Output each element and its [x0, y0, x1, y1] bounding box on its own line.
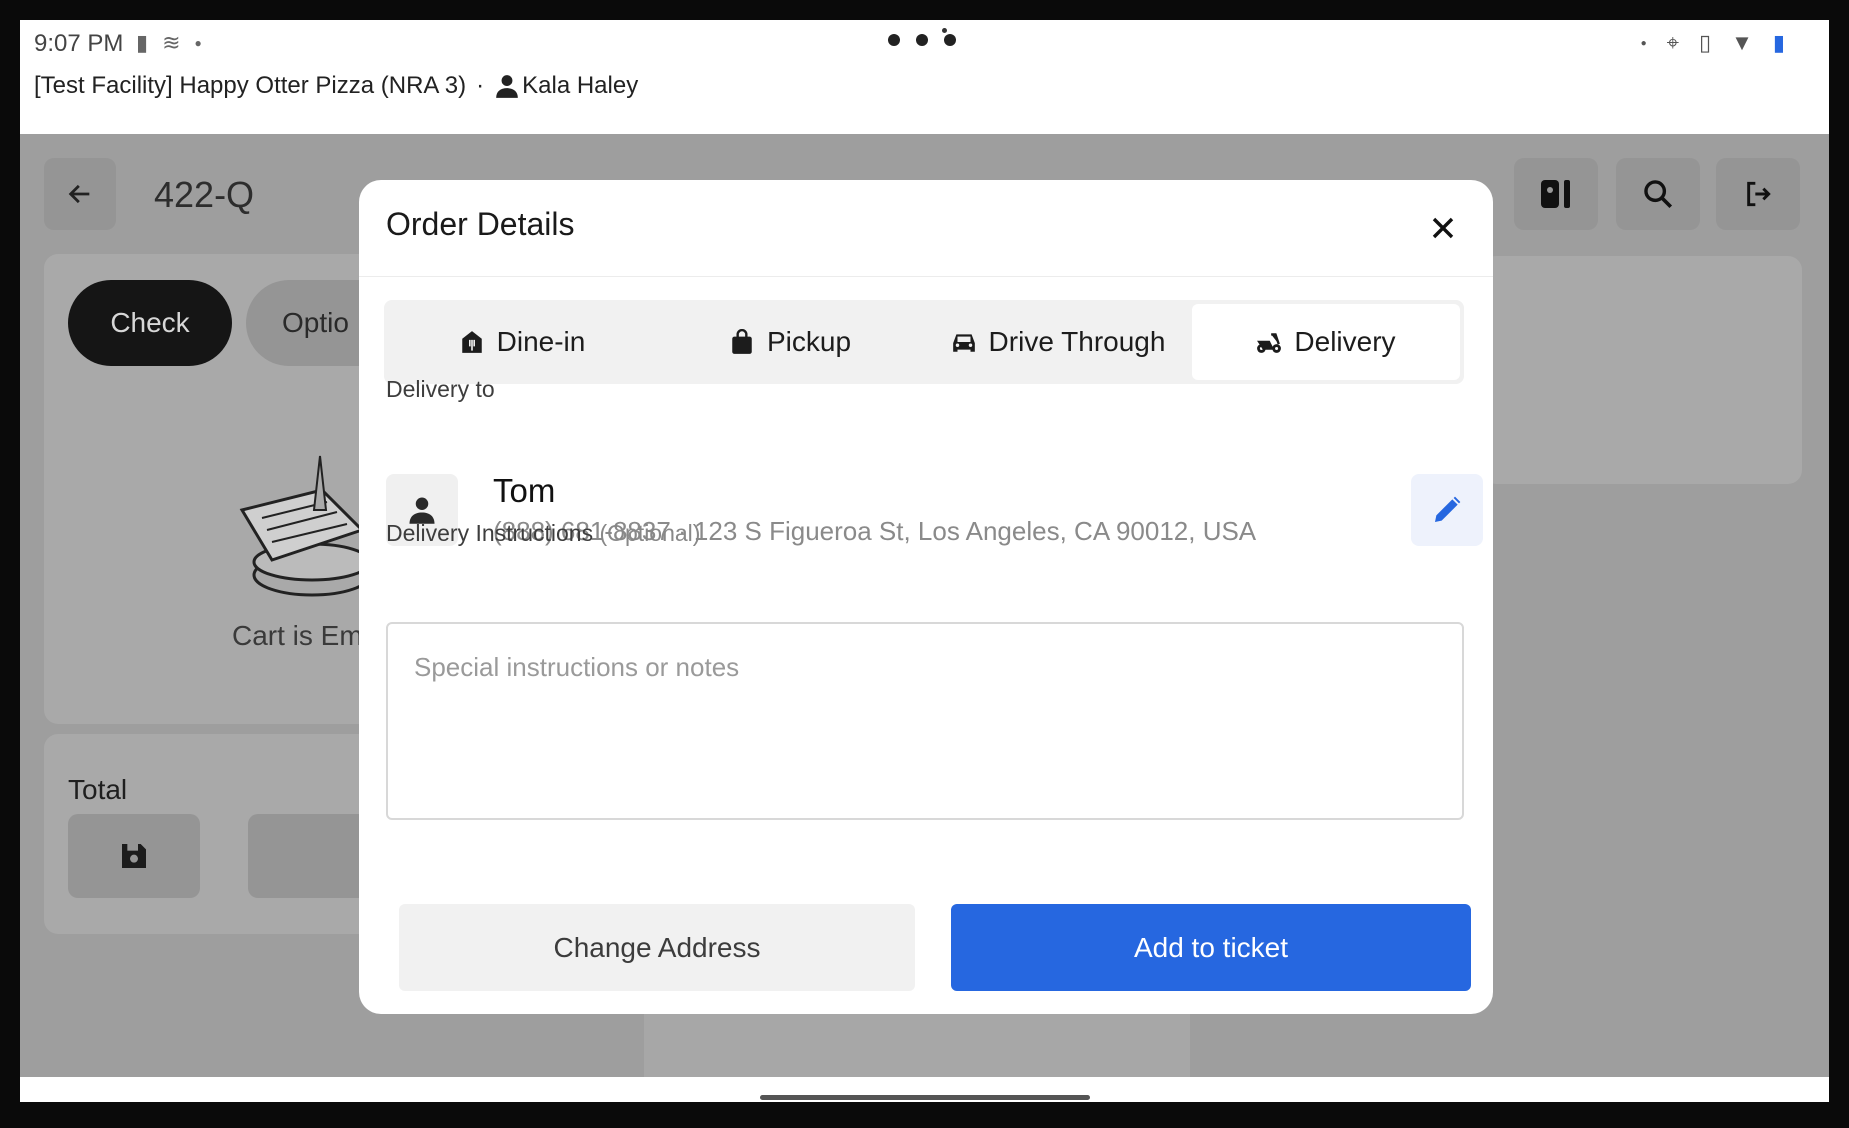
- ticket-number: 422-Q: [154, 174, 255, 215]
- vibrate-icon: ▯: [1699, 30, 1712, 55]
- delivery-instructions-input[interactable]: [386, 622, 1464, 820]
- dine-in-icon: [461, 331, 482, 353]
- order-type-label: Dine-in: [496, 326, 586, 357]
- modal-title: Order Details: [386, 206, 575, 242]
- close-icon: [1432, 217, 1454, 239]
- dot-icon: ●: [194, 36, 202, 50]
- order-type-label: Drive Through: [988, 326, 1166, 357]
- logout-icon: [1747, 181, 1771, 207]
- tab-check[interactable]: Check: [68, 280, 232, 366]
- kiosk-icon: [1541, 180, 1570, 208]
- delivery-to-label: Delivery to: [386, 376, 495, 402]
- logout-button[interactable]: [1716, 158, 1800, 230]
- user-icon: [496, 75, 518, 98]
- search-button[interactable]: [1616, 158, 1700, 230]
- change-address-button[interactable]: Change Address: [399, 904, 915, 991]
- save-icon: [122, 844, 146, 868]
- car-icon: [952, 334, 975, 352]
- delivery-instructions-label: Delivery Instructions (Optional): [386, 520, 700, 547]
- order-type-dine-in[interactable]: Dine-in: [388, 304, 656, 380]
- close-button[interactable]: [1423, 208, 1463, 248]
- total-label: Total: [68, 774, 128, 805]
- customer-name: Tom: [493, 472, 556, 509]
- dot-icon: ●: [1640, 37, 1647, 49]
- status-icons-right: ● ⌖ ▯ ▼ ▮: [1641, 30, 1785, 56]
- cart-empty-text: Cart is Em: [232, 620, 363, 651]
- optional-tag: (Optional): [599, 520, 701, 546]
- instructions-label-text: Delivery Instructions: [386, 520, 594, 546]
- shopping-bag-icon: [732, 329, 752, 354]
- pencil-icon: [1435, 496, 1461, 522]
- order-type-delivery[interactable]: Delivery: [1192, 304, 1460, 380]
- back-button[interactable]: [44, 158, 116, 230]
- facility-line: [Test Facility] Happy Otter Pizza (NRA 3…: [34, 72, 638, 100]
- save-button[interactable]: [68, 814, 200, 898]
- separator: ·: [476, 72, 485, 99]
- battery-saver-icon: ▮: [136, 30, 149, 55]
- edit-customer-button[interactable]: [1411, 474, 1483, 546]
- add-to-ticket-button[interactable]: Add to ticket: [951, 904, 1471, 991]
- order-type-label: Pickup: [766, 326, 852, 357]
- status-time: 9:07 PM: [34, 30, 124, 57]
- order-type-pickup[interactable]: Pickup: [656, 304, 924, 380]
- search-icon: [1644, 180, 1673, 209]
- modal-header: Order Details: [359, 180, 1493, 277]
- right-panel-card: [1482, 256, 1802, 484]
- battery-icon: ▮: [1772, 30, 1785, 55]
- user-name: Kala Haley: [522, 72, 639, 99]
- wifi-icon: ▼: [1731, 30, 1753, 55]
- kiosk-button[interactable]: [1514, 158, 1598, 230]
- location-icon: ⌖: [1666, 30, 1679, 55]
- order-type-drive-through[interactable]: Drive Through: [924, 304, 1192, 380]
- status-bar: 9:07 PM ▮ ≋ ● ● ⌖ ▯ ▼ ▮: [20, 20, 1829, 80]
- facility-name: [Test Facility] Happy Otter Pizza (NRA 3…: [34, 72, 467, 99]
- order-type-label: Delivery: [1294, 326, 1396, 357]
- device-screen: 9:07 PM ▮ ≋ ● ● ⌖ ▯ ▼ ▮ [Test Facility] …: [20, 20, 1829, 1102]
- order-details-modal: Order Details Dine-in Pickup Drive Throu…: [359, 180, 1493, 1014]
- home-handle[interactable]: [760, 1095, 1090, 1100]
- scooter-icon: [1257, 333, 1282, 353]
- status-icons-left: ▮ ≋ ●: [136, 30, 202, 56]
- more-dots-icon[interactable]: [888, 34, 956, 46]
- order-type-selector: Dine-in Pickup Drive Through Delivery: [384, 300, 1464, 384]
- back-arrow-icon: [68, 184, 90, 204]
- stack-icon: ≋: [162, 30, 181, 55]
- empty-cart-illustration: [239, 455, 372, 597]
